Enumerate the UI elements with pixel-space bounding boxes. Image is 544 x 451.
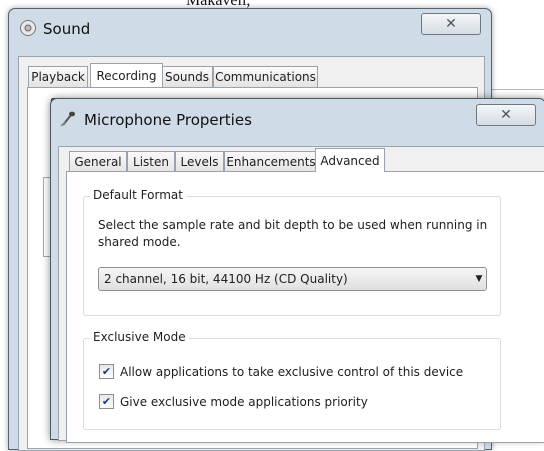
tab-advanced[interactable]: Advanced — [315, 148, 385, 172]
background-divider — [490, 89, 544, 90]
format-description: Select the sample rate and bit depth to … — [98, 218, 488, 249]
tab-levels[interactable]: Levels — [175, 151, 224, 172]
close-button[interactable]: ✕ — [476, 104, 536, 126]
close-icon: ✕ — [500, 107, 512, 123]
tab-enhancements[interactable]: Enhancements — [224, 151, 318, 172]
close-button[interactable]: ✕ — [421, 13, 481, 35]
tab-communications[interactable]: Communications — [213, 66, 318, 87]
window-title: Sound — [43, 20, 91, 38]
microphone-icon — [60, 111, 75, 127]
advanced-panel: Default Format Select the sample rate an… — [66, 171, 544, 443]
exclusive-control-option[interactable]: ✔ Allow applications to take exclusive c… — [99, 364, 463, 379]
exclusive-control-label: Allow applications to take exclusive con… — [120, 364, 464, 379]
tab-listen[interactable]: Listen — [127, 151, 175, 172]
microphone-properties-window: Microphone Properties ✕ General Listen L… — [50, 98, 544, 443]
close-icon: ✕ — [445, 16, 457, 32]
exclusive-priority-option[interactable]: ✔ Give exclusive mode applications prior… — [99, 394, 368, 409]
format-dropdown[interactable]: 2 channel, 16 bit, 44100 Hz (CD Quality)… — [98, 267, 487, 291]
exclusive-priority-label: Give exclusive mode applications priorit… — [120, 394, 368, 409]
group-label: Exclusive Mode — [90, 330, 189, 344]
tab-recording[interactable]: Recording — [90, 63, 163, 87]
group-label: Default Format — [90, 188, 186, 202]
default-format-group: Default Format Select the sample rate an… — [83, 188, 501, 316]
tab-sounds[interactable]: Sounds — [161, 66, 213, 87]
tab-general[interactable]: General — [69, 151, 127, 172]
window-title: Microphone Properties — [84, 111, 252, 129]
exclusive-control-checkbox[interactable]: ✔ — [99, 364, 114, 379]
format-dropdown-value: 2 channel, 16 bit, 44100 Hz (CD Quality) — [104, 272, 348, 286]
dropdown-arrow-icon: ▼ — [475, 274, 483, 284]
tab-playback[interactable]: Playback — [28, 66, 88, 87]
speaker-icon — [20, 20, 36, 36]
exclusive-mode-group: Exclusive Mode ✔ Allow applications to t… — [83, 330, 501, 430]
properties-client-area: General Listen Levels Enhancements Advan… — [58, 146, 544, 443]
exclusive-priority-checkbox[interactable]: ✔ — [99, 394, 114, 409]
